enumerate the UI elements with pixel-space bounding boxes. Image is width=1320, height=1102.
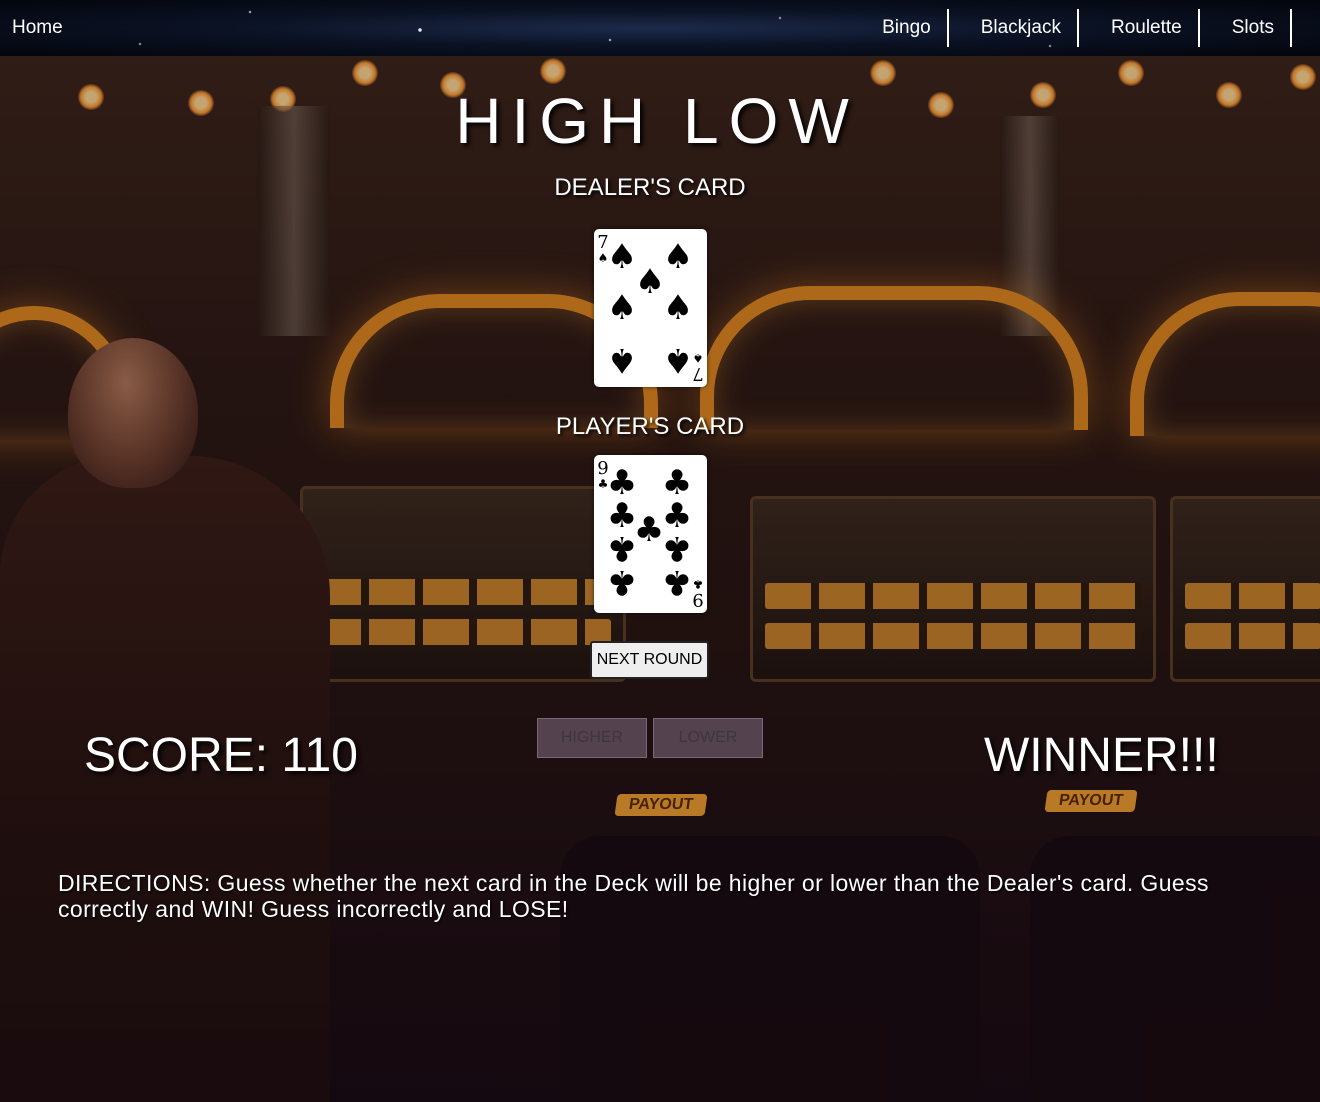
nav-home-link[interactable]: Home bbox=[12, 17, 63, 39]
next-round-button[interactable]: NEXT ROUND bbox=[590, 641, 709, 679]
club-icon: ♣ bbox=[661, 562, 693, 602]
lower-button[interactable]: LOWER bbox=[653, 718, 763, 758]
club-icon: ♣ bbox=[606, 463, 638, 503]
nav-links: Bingo Blackjack Roulette Slots bbox=[882, 9, 1292, 47]
club-icon: ♣ bbox=[606, 528, 638, 568]
spade-icon: ♠ bbox=[662, 288, 694, 328]
score-display: SCORE: 110 bbox=[84, 729, 358, 782]
page-title: HIGH LOW bbox=[455, 85, 859, 157]
spade-icon: ♠ bbox=[662, 340, 694, 380]
club-icon: ♣ bbox=[661, 463, 693, 503]
dealer-card-label: DEALER'S CARD bbox=[554, 174, 746, 201]
directions-text: DIRECTIONS: Guess whether the next card … bbox=[58, 870, 1209, 922]
spade-icon: ♠ bbox=[606, 288, 638, 328]
player-card-label: PLAYER'S CARD bbox=[555, 413, 745, 440]
dealer-card: 7 ♠ 7 ♠ ♠ ♠ ♠ ♠ ♠ ♠ ♠ bbox=[594, 229, 707, 387]
higher-button[interactable]: HIGHER bbox=[537, 718, 647, 758]
player-card: 9 ♣ 9 ♣ ♣ ♣ ♣ ♣ ♣ ♣ ♣ ♣ ♣ bbox=[594, 455, 707, 613]
nav-link-roulette[interactable]: Roulette bbox=[1079, 9, 1200, 47]
top-nav: Home Bingo Blackjack Roulette Slots bbox=[0, 0, 1320, 56]
spade-icon: ♠ bbox=[606, 340, 638, 380]
nav-link-slots[interactable]: Slots bbox=[1200, 9, 1292, 47]
club-icon: ♣ bbox=[606, 562, 638, 602]
club-icon: ♣ bbox=[661, 528, 693, 568]
nav-link-bingo[interactable]: Bingo bbox=[882, 9, 949, 47]
nav-link-blackjack[interactable]: Blackjack bbox=[949, 9, 1079, 47]
result-message: WINNER!!! bbox=[984, 729, 1219, 782]
